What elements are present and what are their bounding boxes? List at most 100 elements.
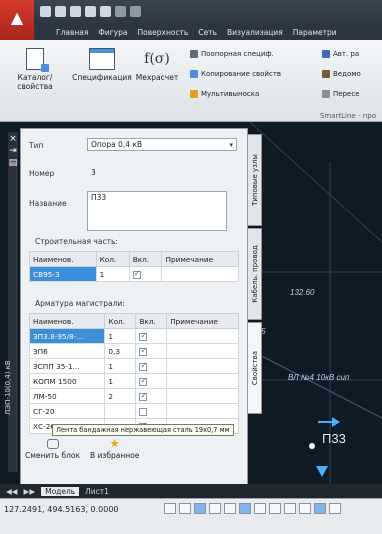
copy-properties-button[interactable]: Копирование свойств [190,70,281,78]
cell-name[interactable]: ЗП6 [28,343,106,359]
cell-on[interactable] [135,343,168,359]
pole-marker[interactable] [309,443,315,449]
cell-note[interactable] [166,403,239,419]
cell-name[interactable]: ЗСПП 35-1... [28,358,106,374]
cell-name[interactable]: СВ95-3 [29,266,97,282]
checkbox[interactable] [139,407,148,416]
tab-shape[interactable]: Фигура [98,26,127,40]
checkbox[interactable] [139,361,148,371]
model-icon[interactable] [329,503,341,514]
table-row[interactable]: КОПМ 1500 1 [28,373,239,389]
cell-name[interactable]: ЛМ-50 [28,388,106,404]
ducs-icon[interactable] [254,503,266,514]
tab-home[interactable]: Главная [56,26,88,40]
cell-qty[interactable]: 0,3 [104,343,137,359]
redo-icon[interactable] [130,6,141,17]
cell-on[interactable] [135,373,168,389]
checkbox[interactable] [139,376,148,386]
cell-name[interactable]: СГ-20 [28,403,106,419]
tab-model[interactable]: Модель [41,486,80,496]
type-select[interactable]: Опора 0,4 кВ [87,138,237,151]
lineweight-icon[interactable] [284,503,296,514]
cell-qty[interactable]: 1 [95,266,130,282]
checkbox[interactable] [139,391,148,401]
tab-sheet1[interactable]: Лист1 [85,487,109,496]
column-on[interactable]: Вкл. [128,251,163,267]
vedomost-button[interactable]: Ведомо [322,70,361,78]
name-field[interactable]: П33 [87,191,227,231]
print-icon[interactable] [100,6,111,17]
tab-properties[interactable]: Свойства [248,322,262,414]
checkbox[interactable] [139,346,148,356]
change-block-button[interactable]: Сменить блок [25,439,80,460]
tab-surface[interactable]: Поверхность [137,26,188,40]
cell-note[interactable] [166,358,239,374]
undo-icon[interactable] [115,6,126,17]
tab-parametric[interactable]: Параметри [293,26,337,40]
tab-network[interactable]: Сеть [198,26,217,40]
cell-qty[interactable]: 2 [104,388,137,404]
table-row[interactable]: ЗСПП 35-1... 1 [28,358,239,374]
table-row[interactable]: СГ-20 [28,403,239,419]
nav-first-icon[interactable]: ◀◀ [6,487,18,496]
tab-typical-nodes[interactable]: Типовые узлы [248,134,262,226]
ortho-icon[interactable] [194,503,206,514]
cell-qty[interactable]: 1 [104,373,137,389]
grid-icon[interactable] [179,503,191,514]
open-icon[interactable] [55,6,66,17]
catalog-properties-button[interactable]: Каталог/свойства [4,48,66,91]
multi-callout-button[interactable]: Мультивыноска [190,90,259,98]
otrack-icon[interactable] [239,503,251,514]
mech-calc-button[interactable]: f(σ) Мехрасчет [134,48,180,82]
cell-on[interactable] [128,266,163,282]
pole-spec-button[interactable]: Поопорная специф. [190,50,274,58]
polar-icon[interactable] [209,503,221,514]
column-qty[interactable]: Кол. [95,251,130,267]
column-note[interactable]: Примечание [161,251,239,267]
cell-name[interactable]: КОПМ 1500 [28,373,106,389]
close-icon[interactable]: × [8,134,18,144]
cell-note[interactable] [166,328,239,344]
column-qty[interactable]: Кол. [104,313,137,329]
column-name[interactable]: Наименов. [28,313,106,329]
cell-qty[interactable]: 1 [104,328,137,344]
cell-name[interactable]: ЗП3.8-95/8-... [28,328,106,344]
menu-icon[interactable]: ▤ [8,158,18,168]
table-row[interactable]: ЗП3.8-95/8-... 1 [28,328,239,344]
specification-button[interactable]: Спецификация [72,48,132,82]
dyn-icon[interactable] [269,503,281,514]
number-field[interactable]: 3 [87,166,227,179]
tab-cable-wire[interactable]: Кабель. провод [248,228,262,320]
cell-note[interactable] [161,266,239,282]
cell-on[interactable] [135,388,168,404]
table-row[interactable]: ЛМ-50 2 [28,388,239,404]
selection-cycle-icon[interactable] [314,503,326,514]
table-row[interactable]: СВ95-3 1 [29,266,239,282]
cell-qty[interactable]: 1 [104,358,137,374]
tab-visualization[interactable]: Визуализация [227,26,283,40]
save-icon[interactable] [70,6,81,17]
osnap-icon[interactable] [224,503,236,514]
snap-icon[interactable] [164,503,176,514]
column-name[interactable]: Наименов. [29,251,97,267]
pin-icon[interactable]: ⇥ [8,146,18,156]
auto-button[interactable]: Авт. ра [322,50,359,58]
cell-on[interactable] [135,358,168,374]
new-icon[interactable] [40,6,51,17]
cell-qty[interactable] [104,403,137,419]
column-note[interactable]: Примечание [166,313,239,329]
application-menu-button[interactable]: ▲ [0,0,34,40]
cell-on[interactable] [135,328,168,344]
nav-next-icon[interactable]: ▶▶ [24,487,36,496]
table-row[interactable]: ЗП6 0,3 [28,343,239,359]
favorites-button[interactable]: ★ В избранное [90,438,139,460]
cell-on[interactable] [135,403,168,419]
cell-note[interactable] [166,388,239,404]
cell-note[interactable] [166,343,239,359]
intersect-button[interactable]: Пересе [322,90,359,98]
column-on[interactable]: Вкл. [135,313,168,329]
cell-note[interactable] [166,373,239,389]
checkbox[interactable] [139,331,148,341]
save-as-icon[interactable] [85,6,96,17]
checkbox[interactable] [132,269,141,279]
